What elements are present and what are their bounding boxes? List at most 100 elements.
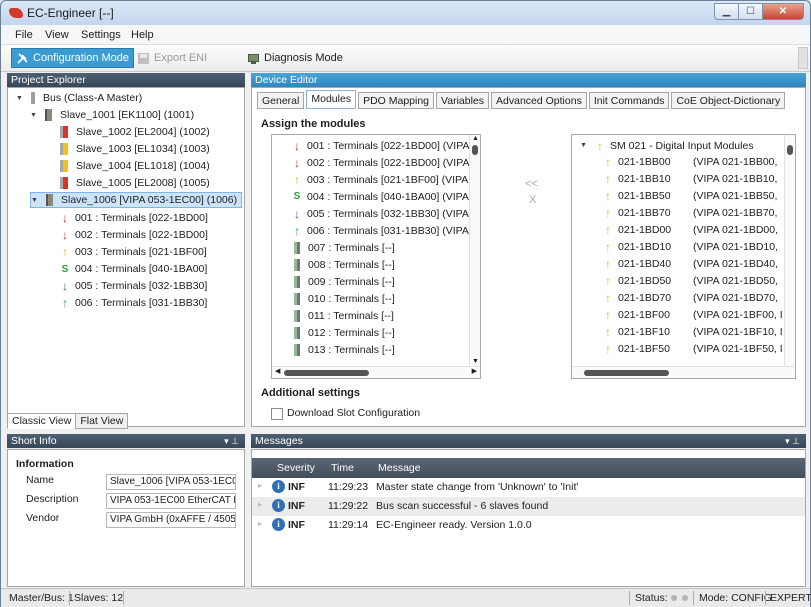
tab-coe-object-dictionary[interactable]: CoE Object-Dictionary <box>671 92 786 109</box>
menu-file[interactable]: File <box>15 29 33 41</box>
message-row[interactable]: ▸ i INF 11:29:23 Master state change fro… <box>252 478 805 497</box>
scroll-thumb[interactable] <box>472 145 478 155</box>
tree-item-slave-1005[interactable]: Slave_1005 [EL2008] (1005) <box>60 175 210 191</box>
tree-item-slave-1003[interactable]: Slave_1003 [EL1034] (1003) <box>60 141 210 157</box>
scroll-down-icon[interactable]: ▼ <box>472 358 479 365</box>
tree-item-module-004[interactable]: S 004 : Terminals [040-1BA00] <box>60 261 208 277</box>
download-slot-checkbox[interactable] <box>271 408 283 420</box>
vertical-scrollbar[interactable]: ▲ ▼ <box>469 135 480 366</box>
tree-item-slave-1004[interactable]: Slave_1004 [EL1018] (1004) <box>60 158 210 174</box>
menu-help[interactable]: Help <box>131 29 154 41</box>
catalog-item[interactable]: ↑ 021-1BB10 (VIPA 021-1BB10, <box>603 170 777 187</box>
horizontal-scrollbar[interactable] <box>572 366 794 378</box>
monitor-icon <box>248 53 259 64</box>
list-item[interactable]: S 004 : Terminals [040-1BA00] (VIPA 040-1 <box>292 188 480 205</box>
catalog-item[interactable]: ↑ 021-1BB00 (VIPA 021-1BB00, <box>603 153 777 170</box>
list-item[interactable]: 012 : Terminals [--] <box>294 324 395 341</box>
tree-item-label: 005 : Terminals [032-1BB30] <box>75 280 208 292</box>
tree-item-slave-1002[interactable]: Slave_1002 [EL2004] (1002) <box>60 124 210 140</box>
description-field[interactable]: VIPA 053-1EC00 EtherCAT Field <box>106 493 236 509</box>
tree-item-slave-1006[interactable]: ▼ Slave_1006 [VIPA 053-1EC00] (1006) <box>30 192 243 208</box>
toolbar-overflow[interactable] <box>798 47 808 69</box>
scroll-left-icon[interactable]: ◀ <box>275 367 280 375</box>
catalog-item[interactable]: ↑ 021-1BD40 (VIPA 021-1BD40, <box>603 255 778 272</box>
severity-column[interactable]: Severity <box>277 462 315 474</box>
diagnosis-mode-button[interactable]: Diagnosis Mode <box>243 48 347 68</box>
list-item[interactable]: 009 : Terminals [--] <box>294 273 395 290</box>
configuration-mode-button[interactable]: Configuration Mode <box>11 48 135 68</box>
list-item[interactable]: ↓ 005 : Terminals [032-1BB30] (VIPA 032-1 <box>292 205 480 222</box>
catalog-item[interactable]: ↑ 021-1BD00 (VIPA 021-1BD00, <box>603 221 778 238</box>
tab-pdo-mapping[interactable]: PDO Mapping <box>358 92 435 109</box>
catalog-item[interactable]: ↑ 021-1BD50 (VIPA 021-1BD50, <box>603 272 778 289</box>
tree-item-slave-1001[interactable]: ▼ Slave_1001 [EK1100] (1001) <box>30 107 194 123</box>
catalog-item-code: 021-1BF50 <box>618 342 670 355</box>
expand-icon[interactable]: ▼ <box>16 95 25 102</box>
horizontal-scrollbar[interactable]: ◀ ▶ <box>272 366 480 378</box>
title-bar[interactable]: EC-Engineer [--] ▁ ☐ ✕ <box>1 1 810 25</box>
tree-item-module-001[interactable]: ↓ 001 : Terminals [022-1BD00] <box>60 210 208 226</box>
expand-icon[interactable]: ▼ <box>31 197 40 204</box>
list-item[interactable]: ↓ 001 : Terminals [022-1BD00] (VIPA 022-1 <box>292 137 480 154</box>
catalog-item-code: 021-1BD70 <box>618 291 672 304</box>
expand-icon[interactable]: ▼ <box>30 112 39 119</box>
tab-variables[interactable]: Variables <box>436 92 490 109</box>
tab-general[interactable]: General <box>257 92 305 109</box>
scroll-up-icon[interactable]: ▲ <box>472 135 479 142</box>
list-item[interactable]: 011 : Terminals [--] <box>294 307 394 324</box>
list-item[interactable]: 008 : Terminals [--] <box>294 256 395 273</box>
catalog-item[interactable]: ↑ 021-1BB50 (VIPA 021-1BB50, <box>603 187 777 204</box>
remove-button[interactable]: X <box>529 194 536 206</box>
time-column[interactable]: Time <box>331 462 354 474</box>
list-item[interactable]: 007 : Terminals [--] <box>294 239 395 256</box>
bus-icon <box>31 92 35 104</box>
tab-modules[interactable]: Modules <box>306 90 357 109</box>
tree-item-bus[interactable]: ▼ Bus (Class-A Master) <box>16 90 142 106</box>
catalog-item[interactable]: ↑ 021-1BD10 (VIPA 021-1BD10, <box>603 238 778 255</box>
minimize-button[interactable]: ▁ <box>714 3 738 20</box>
vendor-field[interactable]: VIPA GmbH (0xAFFE / 45054) <box>106 512 236 528</box>
message-row[interactable]: ▸ i INF 11:29:14 EC-Engineer ready. Vers… <box>252 516 805 535</box>
configuration-mode-label: Configuration Mode <box>33 52 130 64</box>
close-button[interactable]: ✕ <box>762 3 804 20</box>
menu-settings[interactable]: Settings <box>81 29 121 41</box>
red-down-arrow-icon: ↓ <box>294 155 300 170</box>
assign-modules-title: Assign the modules <box>261 118 366 130</box>
list-item[interactable]: 013 : Terminals [--] <box>294 341 395 358</box>
list-item[interactable]: ↑ 003 : Terminals [021-1BF00] (VIPA 021-1 <box>292 171 480 188</box>
tab-advanced-options[interactable]: Advanced Options <box>491 92 587 109</box>
catalog-item[interactable]: ↑ 021-1BF50 (VIPA 021-1BF50, I <box>603 340 783 357</box>
catalog-item[interactable]: ↑ 021-1BF00 (VIPA 021-1BF00, I <box>603 306 783 323</box>
scroll-thumb[interactable] <box>584 370 669 376</box>
tab-classic-view[interactable]: Classic View <box>7 413 77 429</box>
tree-item-module-003[interactable]: ↑ 003 : Terminals [021-1BF00] <box>60 244 207 260</box>
catalog-item[interactable]: ↑ 021-1BF10 (VIPA 021-1BF10, I <box>603 323 783 340</box>
tree-item-module-002[interactable]: ↓ 002 : Terminals [022-1BD00] <box>60 227 208 243</box>
name-field[interactable]: Slave_1006 [VIPA 053-1EC00] <box>106 474 236 490</box>
tab-init-commands[interactable]: Init Commands <box>588 92 670 109</box>
maximize-button[interactable]: ☐ <box>738 3 762 20</box>
tab-flat-view[interactable]: Flat View <box>75 413 129 429</box>
pin-icon[interactable]: ▾ ⊥ <box>785 434 800 448</box>
menu-view[interactable]: View <box>45 29 69 41</box>
messages-header: Messages ▾ ⊥ <box>251 434 806 448</box>
move-left-button[interactable]: << <box>525 178 538 190</box>
list-item[interactable]: ↓ 002 : Terminals [022-1BD00] (VIPA 022-1 <box>292 154 480 171</box>
list-item[interactable]: 010 : Terminals [--] <box>294 290 395 307</box>
export-eni-button[interactable]: Export ENI <box>133 48 211 68</box>
catalog-item[interactable]: ↑ 021-1BB70 (VIPA 021-1BB70, <box>603 204 777 221</box>
list-item[interactable]: ↑ 006 : Terminals [031-1BB30] (VIPA 031-1 <box>292 222 480 239</box>
expand-icon[interactable]: ▼ <box>580 142 589 149</box>
pin-icon[interactable]: ▾ ⊥ <box>224 434 239 448</box>
vertical-scrollbar[interactable] <box>784 135 795 366</box>
scroll-right-icon[interactable]: ▶ <box>472 367 477 375</box>
catalog-item[interactable]: ↑ 021-1BD70 (VIPA 021-1BD70, <box>603 289 778 306</box>
assigned-modules-list[interactable]: ↓ 001 : Terminals [022-1BD00] (VIPA 022-1… <box>271 134 481 379</box>
scroll-thumb[interactable] <box>787 145 793 155</box>
catalog-group[interactable]: ▼ ↑ SM 021 - Digital Input Modules <box>580 137 754 154</box>
message-row[interactable]: ▸ i INF 11:29:22 Bus scan successful - 6… <box>252 497 805 516</box>
tree-item-module-005[interactable]: ↓ 005 : Terminals [032-1BB30] <box>60 278 207 294</box>
tree-item-module-006[interactable]: ↑ 006 : Terminals [031-1BB30] <box>60 295 207 311</box>
message-column[interactable]: Message <box>378 462 421 474</box>
scroll-thumb[interactable] <box>284 370 369 376</box>
